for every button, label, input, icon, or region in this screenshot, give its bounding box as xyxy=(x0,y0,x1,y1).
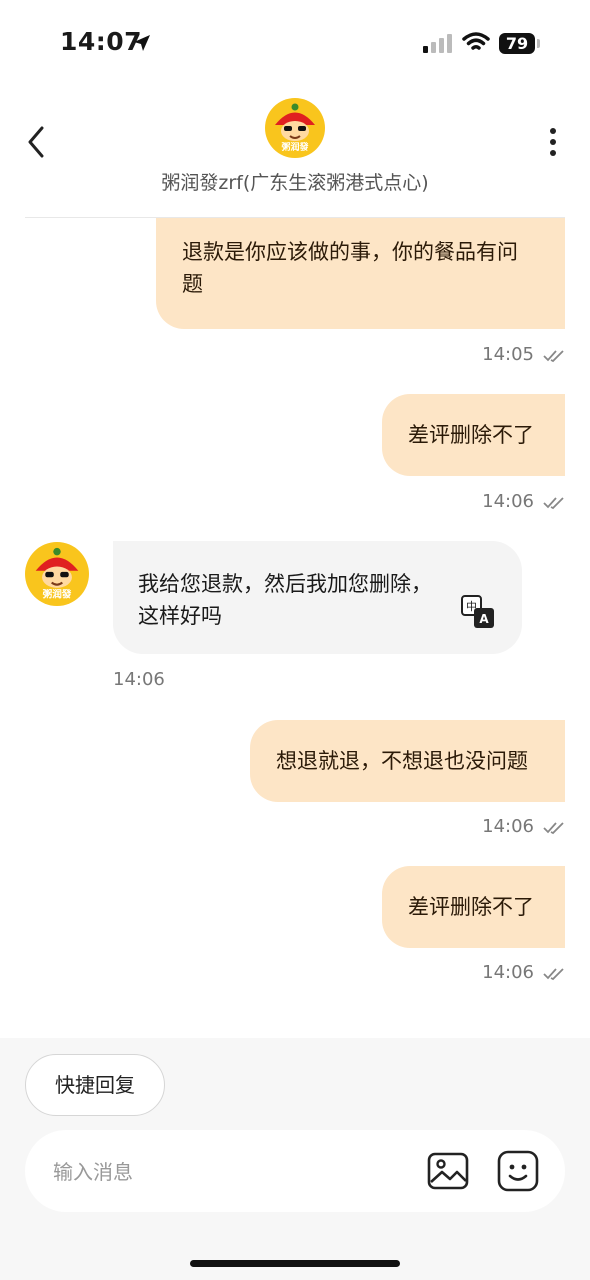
translate-glyph-a: A xyxy=(479,612,489,626)
message-text-line: 想退就退，不想退也没问题 xyxy=(276,749,528,773)
double-check-icon xyxy=(543,350,564,363)
back-chevron-icon[interactable] xyxy=(20,122,54,162)
signal-icon xyxy=(423,34,452,53)
image-icon[interactable] xyxy=(427,1150,469,1192)
battery-cap xyxy=(537,39,540,48)
composer-area: 快捷回复 xyxy=(0,1038,590,1280)
message-time: 14:05 xyxy=(482,344,534,365)
message-text-line: 退款是你应该做的事，你的餐品有问 xyxy=(182,240,518,264)
message-time: 14:06 xyxy=(113,669,165,690)
message-text-line: 差评删除不了 xyxy=(408,895,534,919)
message-input[interactable] xyxy=(51,1130,415,1214)
message-time: 14:06 xyxy=(482,962,534,983)
status-time: 14:07 xyxy=(60,27,143,56)
message-bubble-incoming[interactable]: 我给您退款，然后我加您删除， 这样好吗 中 A xyxy=(113,541,522,654)
message-text-line: 题 xyxy=(182,272,203,296)
message-list[interactable]: 退款是你应该做的事，你的餐品有问 题 14:05 差评删除不了 14:06 粥润… xyxy=(0,218,590,1038)
location-arrow-icon xyxy=(134,35,150,51)
message-time: 14:06 xyxy=(482,491,534,512)
double-check-icon xyxy=(543,497,564,510)
message-bubble-outgoing[interactable]: 想退就退，不想退也没问题 xyxy=(250,720,565,802)
message-text-line: 差评删除不了 xyxy=(408,423,534,447)
quick-reply-button[interactable]: 快捷回复 xyxy=(25,1054,165,1116)
emoji-icon[interactable] xyxy=(497,1150,539,1192)
message-bubble-outgoing[interactable]: 差评删除不了 xyxy=(382,866,565,948)
message-time: 14:06 xyxy=(482,816,534,837)
avatar-brand-text: 粥润發 xyxy=(43,588,72,600)
double-check-icon xyxy=(543,968,564,981)
message-bubble-outgoing[interactable]: 差评删除不了 xyxy=(382,394,565,476)
chat-header: 粥润發 粥润發zrf(广东生滚粥港式点心) xyxy=(0,88,590,218)
message-input-bar xyxy=(25,1130,565,1214)
wifi-icon xyxy=(462,32,490,50)
shop-name: 粥润發zrf(广东生滚粥港式点心) xyxy=(161,172,429,194)
translate-icon[interactable]: 中 A xyxy=(461,595,495,629)
avatar-brand-text: 粥润發 xyxy=(281,141,309,153)
home-indicator xyxy=(190,1260,400,1267)
message-bubble-outgoing[interactable]: 退款是你应该做的事，你的餐品有问 题 xyxy=(156,218,565,329)
shop-avatar[interactable]: 粥润發 xyxy=(265,98,325,158)
chat-screen: 14:07 79 粥润發 粥润發zrf(广东生滚粥港式点心) 退款是你应该做的事… xyxy=(0,0,590,1280)
battery-indicator: 79 xyxy=(499,33,535,54)
double-check-icon xyxy=(543,822,564,835)
more-dots-icon[interactable] xyxy=(540,122,566,162)
status-bar: 14:07 79 xyxy=(0,0,590,88)
shop-avatar[interactable]: 粥润發 xyxy=(25,542,89,606)
